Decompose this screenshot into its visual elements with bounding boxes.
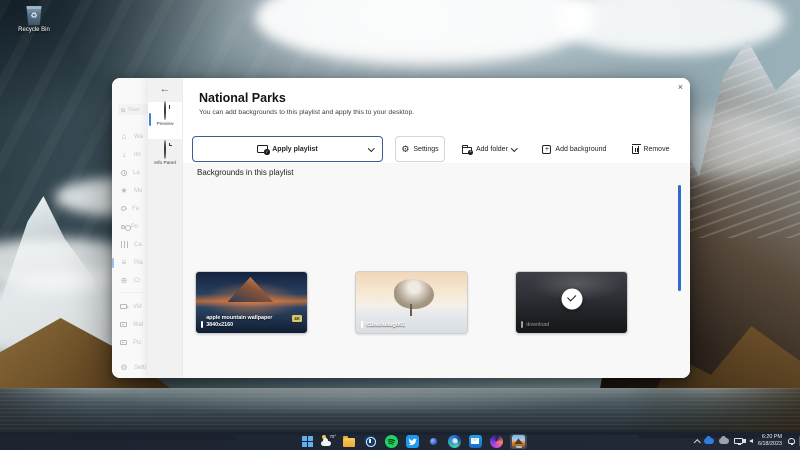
- 4k-badge: 4K: [292, 315, 302, 322]
- selected-check-icon: [561, 288, 582, 309]
- cloud-status-icon[interactable]: [719, 438, 729, 444]
- back-button[interactable]: ←: [148, 83, 182, 95]
- thumbnail-title: apple mountain wallpaper: [206, 315, 272, 322]
- active-app-indicator: [516, 446, 522, 448]
- app-sidebar-dimmed: Sear ⌂Wa ↓Im La ★Mo Fa Po Ca ≡Pla ⊕Cr Vi…: [112, 78, 148, 378]
- start-button[interactable]: [300, 434, 314, 448]
- image-badge-icon: [201, 321, 203, 328]
- tray-time: 6:20 PM: [758, 434, 782, 441]
- recycle-bin-label: Recycle Bin: [12, 27, 56, 33]
- purple-browser-icon: [490, 435, 503, 448]
- tray-date: 6/18/2023: [758, 441, 782, 448]
- windows-logo-icon: [302, 436, 313, 447]
- mail-icon: [469, 435, 482, 448]
- blue-emblem-icon: [427, 435, 440, 448]
- add-background-button[interactable]: Add background: [533, 136, 615, 162]
- folder-icon: [343, 438, 355, 447]
- mail-button[interactable]: [468, 434, 482, 448]
- edge-icon: [448, 435, 461, 448]
- tray-chevron-up-icon[interactable]: [694, 439, 700, 445]
- onedrive-icon[interactable]: [704, 438, 714, 444]
- spotify-button[interactable]: [384, 434, 398, 448]
- thumbnail-resolution: 3840x2160: [206, 322, 272, 329]
- apply-playlist-button[interactable]: Apply playlist: [192, 136, 383, 162]
- dark-app-button[interactable]: [426, 434, 440, 448]
- speaker-icon[interactable]: [749, 439, 753, 443]
- settings-button[interactable]: ⚙ Settings: [395, 136, 445, 162]
- taskbar-center: 70°: [300, 432, 527, 450]
- section-title: Backgrounds in this playlist: [183, 163, 690, 177]
- gear-icon: ⚙: [401, 145, 409, 154]
- widgets-weather-button[interactable]: 70°: [321, 434, 335, 448]
- playlist-dialog: ← Preview Info Panel × National Parks Yo…: [148, 78, 690, 378]
- preview-icon: [164, 101, 166, 120]
- wallpaper-app-button-active[interactable]: [510, 434, 527, 449]
- trash-icon: [632, 146, 639, 154]
- browser-purple-button[interactable]: [489, 434, 503, 448]
- background-thumbnail-snow-tree[interactable]: c1buzlu8ugd61: [355, 271, 468, 334]
- scrollbar[interactable]: [678, 185, 682, 291]
- system-tray: 6:20 PM 6/18/2023: [695, 432, 795, 450]
- rail-tab-info-panel[interactable]: Info Panel: [148, 141, 182, 178]
- wallpaper-lake: [0, 388, 800, 435]
- spotify-icon: [385, 435, 398, 448]
- background-thumbnail-download-selected[interactable]: download: [515, 271, 628, 334]
- folder-plus-icon: [462, 147, 472, 154]
- chevron-down-icon: [511, 145, 517, 151]
- edge-button[interactable]: [447, 434, 461, 448]
- twitter-button[interactable]: [405, 434, 419, 448]
- rail-tab-preview[interactable]: Preview: [148, 102, 182, 139]
- dialog-main: × National Parks You can add backgrounds…: [183, 78, 690, 378]
- add-image-icon: [542, 145, 551, 154]
- image-badge-icon: [521, 321, 523, 328]
- notification-bell-icon[interactable]: [788, 438, 795, 445]
- page-title: National Parks: [199, 78, 690, 105]
- info-panel-icon: [164, 140, 166, 159]
- keyhole-circle-icon: [364, 435, 377, 448]
- onepassword-button[interactable]: [363, 434, 377, 448]
- envelope-glyph: [471, 438, 479, 444]
- display-icon[interactable]: [734, 438, 743, 445]
- check-glyph: [567, 293, 576, 302]
- desktop: ♻ Recycle Bin Sear ⌂Wa ↓Im La ★Mo Fa Po …: [0, 0, 800, 450]
- wallpaper-app-window: Sear ⌂Wa ↓Im La ★Mo Fa Po Ca ≡Pla ⊕Cr Vi…: [112, 78, 690, 378]
- taskbar: 70°: [0, 432, 800, 450]
- dialog-rail: ← Preview Info Panel: [148, 78, 183, 378]
- recycle-bin-shortcut[interactable]: ♻ Recycle Bin: [12, 6, 56, 33]
- recycle-glyph: ♻: [26, 10, 43, 22]
- chevron-down-icon: [368, 145, 374, 151]
- close-icon[interactable]: ×: [678, 83, 683, 92]
- add-folder-button[interactable]: Add folder: [453, 136, 525, 162]
- backgrounds-panel: Backgrounds in this playlist apple mount…: [183, 163, 690, 378]
- page-subtitle: You can add backgrounds to this playlist…: [199, 109, 690, 116]
- remove-button[interactable]: Remove: [623, 136, 678, 162]
- toolbar: Apply playlist ⚙ Settings Add folder: [192, 136, 678, 162]
- clock[interactable]: 6:20 PM 6/18/2023: [758, 434, 782, 448]
- weather-temp: 70°: [330, 434, 336, 439]
- thumbnail-title: download: [526, 322, 549, 329]
- file-explorer-button[interactable]: [342, 434, 356, 448]
- monitor-check-icon: [257, 145, 268, 153]
- background-thumbnail-apple-mountain[interactable]: apple mountain wallpaper 3840x2160 4K: [195, 271, 308, 334]
- thumbnail-title: c1buzlu8ugd61: [366, 322, 405, 329]
- cloud-icon: [321, 441, 331, 447]
- dialog-header: × National Parks You can add backgrounds…: [183, 78, 690, 163]
- bird-glyph: [408, 437, 417, 446]
- modal-dim-overlay: [112, 78, 148, 378]
- twitter-icon: [406, 435, 419, 448]
- image-badge-icon: [361, 321, 363, 328]
- recycle-bin-icon: ♻: [26, 6, 43, 25]
